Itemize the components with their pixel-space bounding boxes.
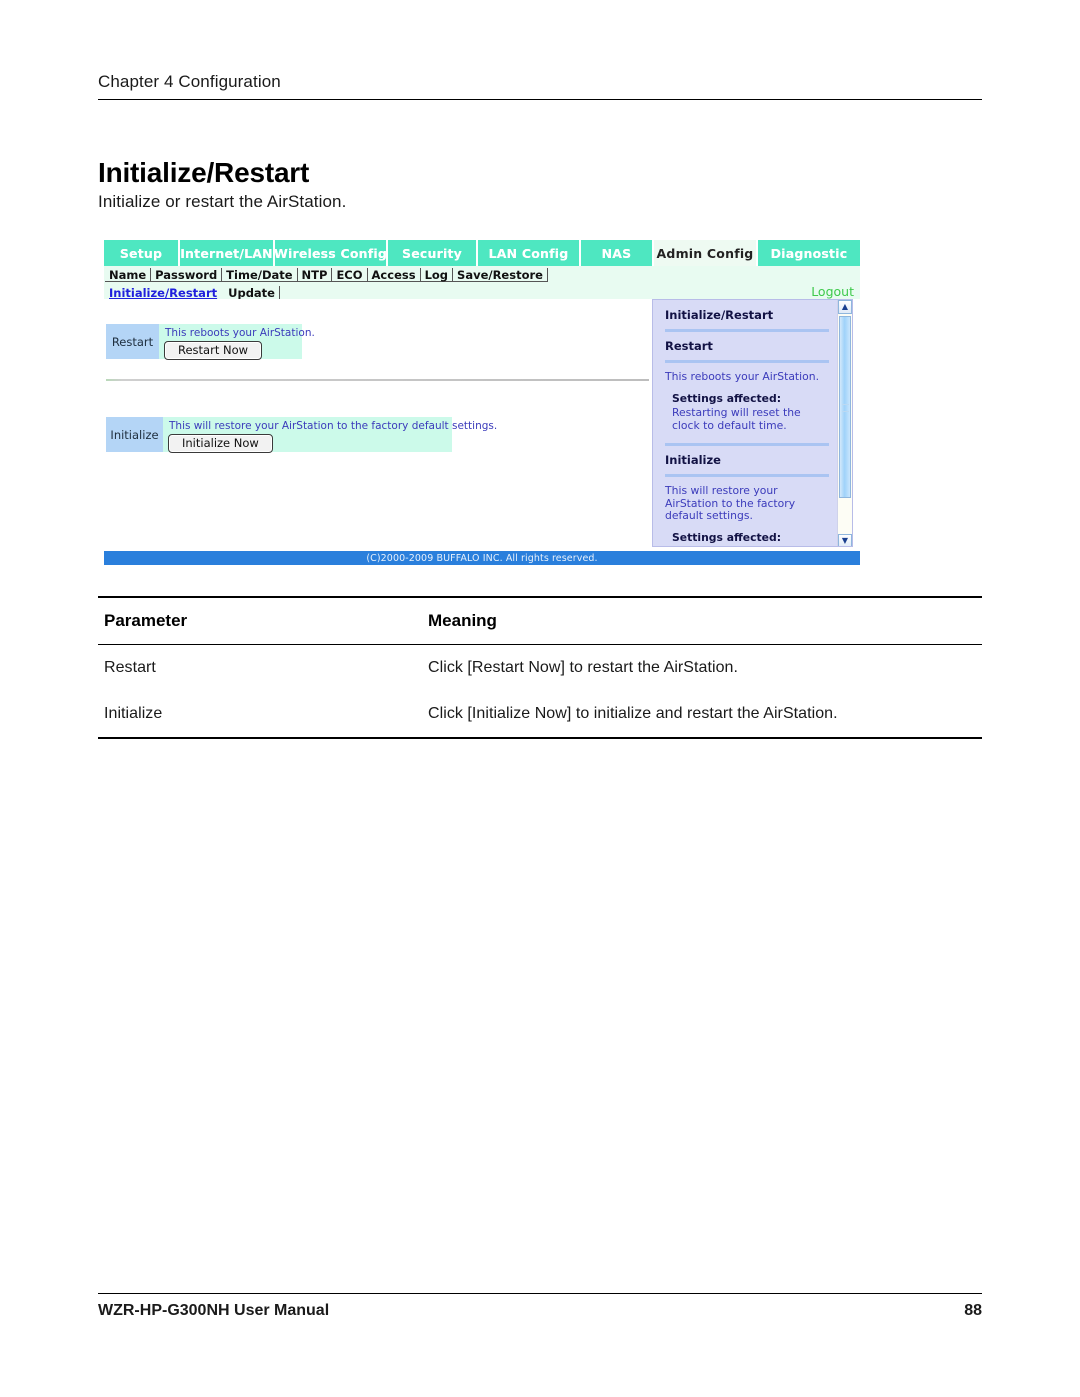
help-affected-label-restart: Settings affected:	[672, 391, 782, 405]
sub-nav: Name Password Time/Date NTP ECO Access L…	[104, 266, 860, 300]
tab-internet-lan[interactable]: Internet/LAN	[180, 240, 275, 266]
manual-page: Chapter 4 Configuration Initialize/Resta…	[0, 0, 1080, 1397]
scroll-up-icon[interactable]: ▲	[838, 300, 852, 314]
subtab-update[interactable]: Update	[224, 285, 280, 300]
router-ui-content: Restart This reboots your AirStation. Re…	[104, 299, 652, 547]
footer-divider	[98, 1293, 982, 1294]
initialize-now-button[interactable]: Initialize Now	[168, 434, 273, 453]
help-body-restart: This reboots your AirStation.	[665, 370, 820, 383]
sub-nav-row-2: Initialize/Restart Update	[104, 285, 860, 300]
table-header-meaning: Meaning	[428, 611, 497, 630]
subtab-password[interactable]: Password	[151, 267, 223, 282]
help-body-initialize: This will restore your AirStation to the…	[665, 484, 796, 522]
page-title: Initialize/Restart	[98, 156, 310, 188]
subtab-ntp[interactable]: NTP	[297, 267, 333, 282]
table-cell-parameter-initialize: Initialize	[104, 705, 163, 722]
table-rule-bottom	[98, 737, 982, 739]
restart-row-label: Restart	[106, 324, 159, 359]
subtab-name[interactable]: Name	[105, 267, 152, 282]
help-divider-1	[665, 329, 829, 332]
subtab-save-restore[interactable]: Save/Restore	[453, 267, 548, 282]
help-heading-restart: Restart	[665, 339, 713, 353]
tab-setup[interactable]: Setup	[104, 240, 180, 266]
footer-page-number: 88	[964, 1302, 982, 1319]
tab-diagnostic[interactable]: Diagnostic	[758, 240, 860, 266]
table-cell-meaning-restart: Click [Restart Now] to restart the AirSt…	[428, 659, 738, 676]
parameter-table: Parameter Meaning Restart Click [Restart…	[98, 596, 982, 739]
help-title: Initialize/Restart	[665, 308, 774, 322]
scrollbar-thumb[interactable]	[839, 316, 851, 498]
restart-row: Restart This reboots your AirStation. Re…	[106, 324, 315, 360]
table-cell-meaning-initialize: Click [Initialize Now] to initialize and…	[428, 705, 838, 722]
tab-wireless-config[interactable]: Wireless Config	[274, 240, 388, 266]
subtab-log[interactable]: Log	[420, 267, 454, 282]
restart-now-button[interactable]: Restart Now	[164, 341, 263, 360]
intro-text: Initialize or restart the AirStation.	[98, 192, 347, 211]
help-heading-initialize: Initialize	[665, 453, 721, 467]
chapter-running-head: Chapter 4 Configuration	[98, 72, 982, 92]
help-divider-2	[665, 360, 829, 363]
chapter-label: Chapter 4 Configuration	[98, 72, 281, 91]
initialize-row-field: This will restore your AirStation to the…	[163, 417, 498, 453]
table-row: Initialize Click [Initialize Now] to ini…	[98, 691, 982, 737]
initialize-note: This will restore your AirStation to the…	[169, 420, 498, 432]
help-panel-content: Initialize/Restart Restart This reboots …	[653, 300, 839, 546]
table-header-parameter: Parameter	[104, 611, 188, 630]
header-divider	[98, 99, 982, 100]
subtab-time-date[interactable]: Time/Date	[222, 267, 298, 282]
help-affected-body-restart: Restarting will reset the clock to defau…	[672, 406, 801, 432]
scroll-down-icon[interactable]: ▼	[838, 534, 852, 546]
tab-nas[interactable]: NAS	[581, 240, 654, 266]
initialize-row: Initialize This will restore your AirSta…	[106, 417, 498, 453]
table-row: Restart Click [Restart Now] to restart t…	[98, 645, 982, 691]
sub-nav-row-1: Name Password Time/Date NTP ECO Access L…	[104, 267, 860, 282]
router-ui-body: Restart This reboots your AirStation. Re…	[104, 299, 860, 547]
tab-admin-config[interactable]: Admin Config	[654, 240, 758, 266]
restart-note: This reboots your AirStation.	[165, 327, 315, 339]
initialize-row-label: Initialize	[106, 417, 163, 452]
subtab-access[interactable]: Access	[367, 267, 421, 282]
help-divider-4	[665, 474, 829, 477]
subtab-initialize-restart[interactable]: Initialize/Restart	[105, 286, 220, 300]
subtab-eco[interactable]: ECO	[332, 267, 368, 282]
tab-security[interactable]: Security	[388, 240, 478, 266]
help-affected-label-initialize: Settings affected:	[672, 530, 782, 544]
router-ui-screenshot: Setup Internet/LAN Wireless Config Secur…	[104, 240, 860, 565]
restart-row-field: This reboots your AirStation. Restart No…	[159, 324, 315, 360]
scrollbar-grip-icon	[842, 404, 849, 412]
section-divider	[106, 379, 649, 381]
copyright-bar: (C)2000-2009 BUFFALO INC. All rights res…	[104, 551, 860, 565]
logout-link[interactable]: Logout	[811, 284, 854, 299]
help-panel: Initialize/Restart Restart This reboots …	[652, 299, 853, 547]
table-header-row: Parameter Meaning	[98, 598, 982, 644]
table-cell-parameter-restart: Restart	[104, 659, 156, 676]
help-panel-scrollbar[interactable]: ▲ ▼	[837, 300, 852, 546]
tab-lan-config[interactable]: LAN Config	[478, 240, 581, 266]
help-divider-3	[665, 443, 829, 446]
main-tab-bar: Setup Internet/LAN Wireless Config Secur…	[104, 240, 860, 266]
